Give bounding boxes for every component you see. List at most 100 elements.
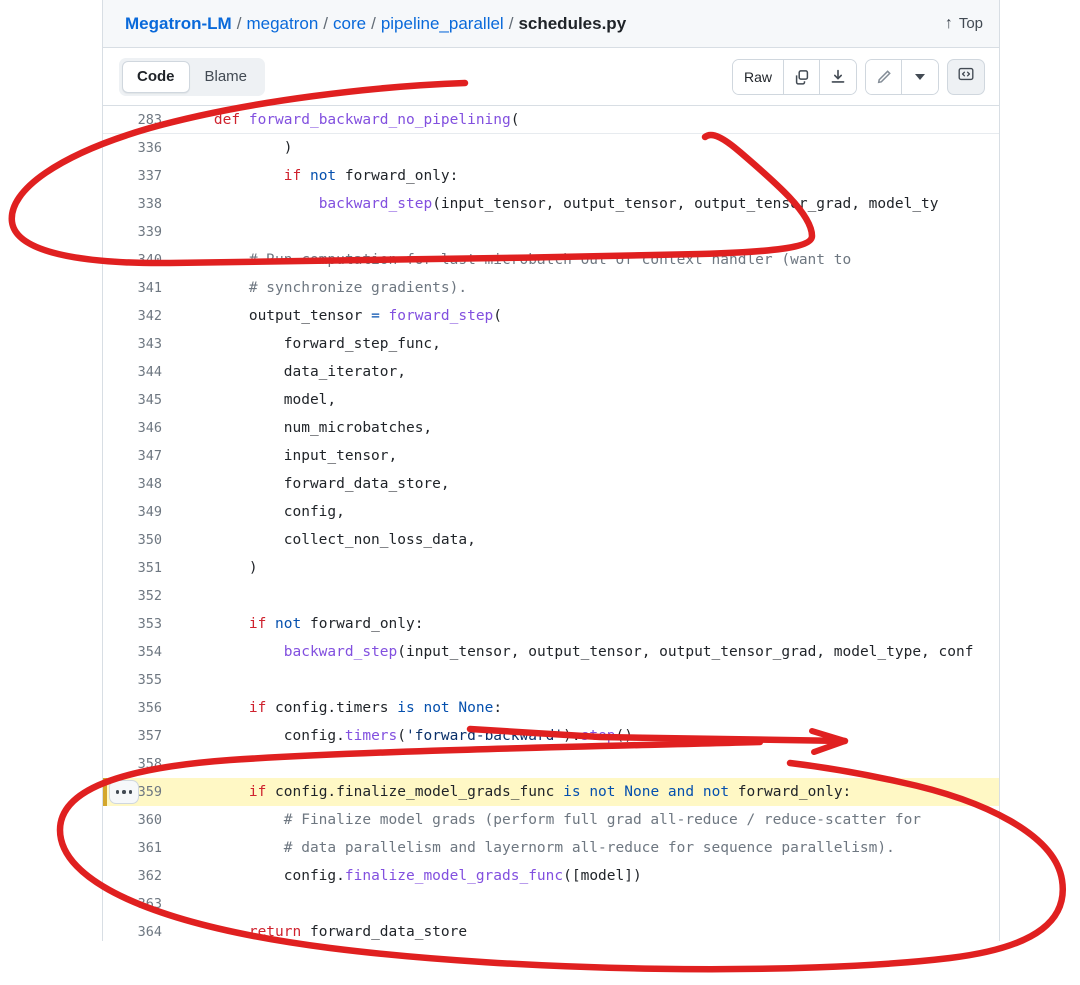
line-number[interactable]: 352 <box>103 588 179 604</box>
code-token: data_iterator, <box>179 364 406 380</box>
code-token: ( <box>493 308 503 324</box>
edit-file-button[interactable] <box>866 59 902 94</box>
tab-code[interactable]: Code <box>122 60 190 93</box>
code-line: 341 # synchronize gradients). <box>103 274 999 302</box>
breadcrumb-separator: / <box>236 13 242 33</box>
chevron-down-icon <box>915 73 925 80</box>
line-number[interactable]: 357 <box>103 728 179 744</box>
toolbar-actions: Raw <box>731 58 985 95</box>
breadcrumb-path-core[interactable]: core <box>333 14 366 34</box>
code-line: 336 ) <box>103 134 999 162</box>
line-number[interactable]: 337 <box>103 168 179 184</box>
breadcrumb-path-megatron[interactable]: megatron <box>246 14 318 34</box>
code-token: () <box>615 728 633 744</box>
raw-copy-download-group: Raw <box>731 58 857 95</box>
line-number[interactable]: 361 <box>103 840 179 856</box>
line-number[interactable]: 353 <box>103 616 179 632</box>
breadcrumb-path-pipeline-parallel[interactable]: pipeline_parallel <box>381 14 504 34</box>
line-number[interactable]: 341 <box>103 280 179 296</box>
line-number[interactable]: 346 <box>103 420 179 436</box>
code-line: 338 backward_step(input_tensor, output_t… <box>103 190 999 218</box>
line-number[interactable]: 363 <box>103 896 179 912</box>
line-number[interactable]: 339 <box>103 224 179 240</box>
code-token: not <box>275 616 302 632</box>
line-number[interactable]: 343 <box>103 336 179 352</box>
code-line-content: num_microbatches, <box>179 420 999 436</box>
download-icon <box>830 69 846 85</box>
line-number[interactable]: 350 <box>103 532 179 548</box>
raw-button[interactable]: Raw <box>732 59 784 94</box>
code-line: 357 config.timers('forward-backward').st… <box>103 722 999 750</box>
code-token: if <box>248 616 267 632</box>
sticky-line-number[interactable]: 283 <box>103 112 179 128</box>
code-line-content: # Finalize model grads (perform full gra… <box>179 812 999 828</box>
code-token: config, <box>179 504 345 520</box>
code-token: not <box>589 784 616 800</box>
code-token: forward_data_store, <box>179 476 450 492</box>
code-token: return <box>248 924 302 940</box>
code-token: (input_tensor, output_tensor, output_ten… <box>432 196 939 212</box>
code-line-content: collect_non_loss_data, <box>179 532 999 548</box>
code-line-content: # data parallelism and layernorm all-red… <box>179 840 999 856</box>
code-token: forward_only: <box>336 168 459 184</box>
breadcrumb-separator: / <box>371 13 376 33</box>
line-number[interactable]: 342 <box>103 308 179 324</box>
download-raw-file-button[interactable] <box>820 59 856 94</box>
line-number[interactable]: 359 <box>103 780 179 804</box>
line-number[interactable]: 344 <box>103 364 179 380</box>
code-token: # Run computation for last microbatch ou… <box>248 252 852 268</box>
line-number[interactable]: 360 <box>103 812 179 828</box>
line-number[interactable]: 345 <box>103 392 179 408</box>
line-number[interactable]: 358 <box>103 756 179 772</box>
line-number[interactable]: 364 <box>103 924 179 940</box>
pencil-icon <box>876 69 892 85</box>
line-number[interactable]: 351 <box>103 560 179 576</box>
edit-options-dropdown-button[interactable] <box>902 59 938 94</box>
line-number[interactable]: 338 <box>103 196 179 212</box>
line-number[interactable]: 354 <box>103 644 179 660</box>
code-line: 354 backward_step(input_tensor, output_t… <box>103 638 999 666</box>
code-token: not <box>423 700 450 716</box>
copy-raw-contents-button[interactable] <box>784 59 820 94</box>
code-scroll-region[interactable]: 336 ) 337 if not forward_only: 338 backwar… <box>103 106 999 941</box>
dots-expander-icon[interactable] <box>109 780 139 804</box>
breadcrumb-current-file: schedules.py <box>518 13 627 33</box>
code-token: and <box>667 784 695 800</box>
code-line-content: model, <box>179 392 999 408</box>
code-line: 346 num_microbatches, <box>103 414 999 442</box>
tab-blame[interactable]: Blame <box>190 61 263 93</box>
sticky-line-code: def forward_backward_no_pipelining( <box>179 112 999 128</box>
symbols-panel-button[interactable] <box>947 58 985 95</box>
line-number[interactable]: 336 <box>103 140 179 156</box>
scroll-to-top-link[interactable]: ↑ Top <box>945 15 983 32</box>
code-line: 351 ) <box>103 554 999 582</box>
code-line: 362 config.finalize_model_grads_func([mo… <box>103 862 999 890</box>
code-token: not <box>702 784 730 800</box>
sticky-definition-line: 283 def forward_backward_no_pipelining( <box>103 106 999 134</box>
code-line: 348 forward_data_store, <box>103 470 999 498</box>
code-brackets-icon <box>957 65 975 88</box>
code-line: 343 forward_step_func, <box>103 330 999 358</box>
line-number[interactable]: 349 <box>103 504 179 520</box>
line-number[interactable]: 356 <box>103 700 179 716</box>
code-line-content: return forward_data_store <box>179 924 999 940</box>
line-number[interactable]: 347 <box>103 448 179 464</box>
line-number[interactable]: 348 <box>103 476 179 492</box>
line-number[interactable]: 355 <box>103 672 179 688</box>
file-header: Megatron-LM / megatron / core / pipeline… <box>103 0 999 48</box>
code-viewer: 283 def forward_backward_no_pipelining( … <box>103 106 999 941</box>
line-number[interactable]: 362 <box>103 868 179 884</box>
line-number[interactable]: 340 <box>103 252 179 268</box>
code-line-content: if config.timers is not None: <box>179 700 999 716</box>
code-line-content: if config.finalize_model_grads_func is n… <box>179 784 999 800</box>
code-token: forward_step_func, <box>179 336 441 352</box>
breadcrumb-repo-link[interactable]: Megatron-LM <box>125 14 232 34</box>
